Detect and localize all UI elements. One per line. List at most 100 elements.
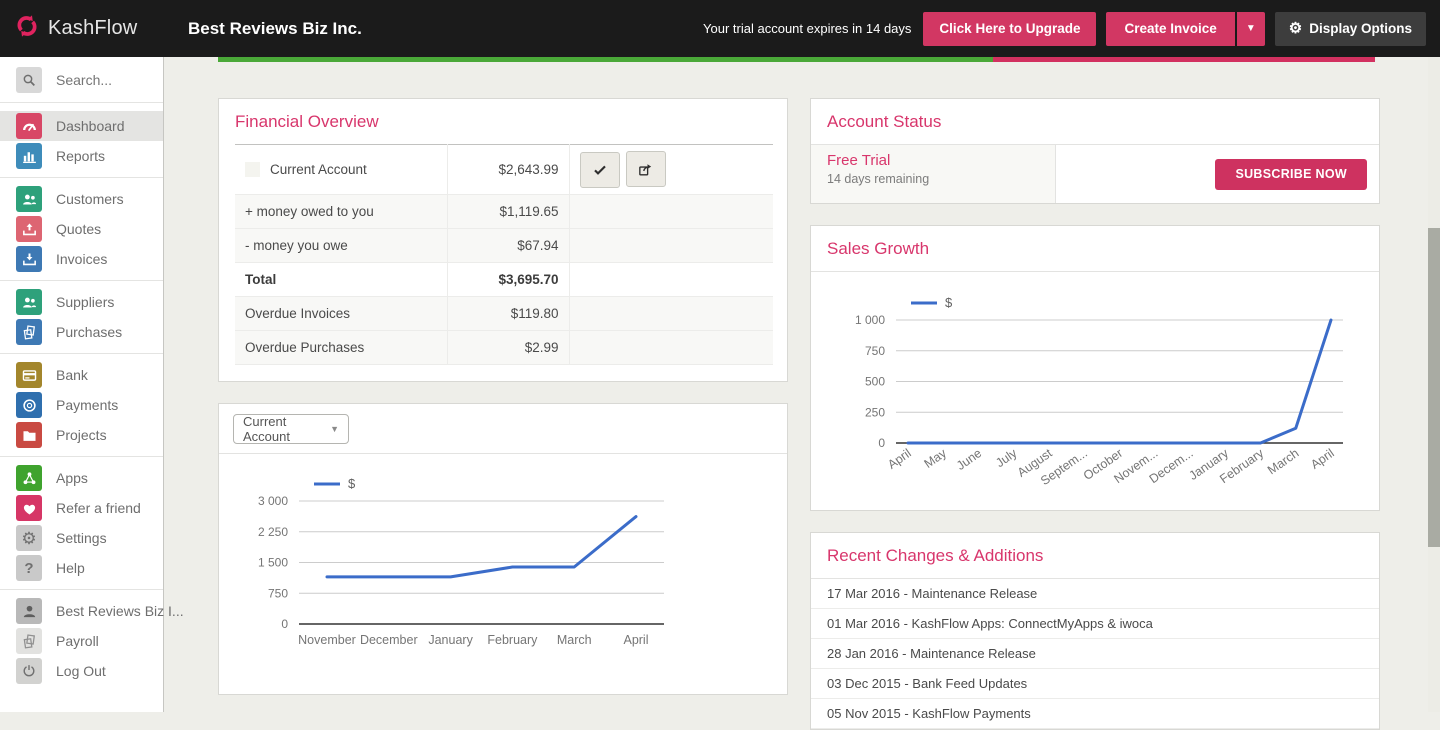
financial-row-current-account: Current Account$2,643.99 (235, 145, 773, 195)
y-tick-label: 0 (281, 617, 288, 631)
sidebar-item-customers[interactable]: Customers (0, 184, 163, 214)
tray-up-icon (16, 216, 42, 242)
sidebar-item-label: Refer a friend (56, 500, 141, 516)
sidebar-item-label: Payments (56, 397, 118, 413)
y-tick-label: 3 000 (258, 494, 288, 508)
x-tick-label: January (428, 633, 473, 647)
recent-changes-title: Recent Changes & Additions (811, 533, 1379, 579)
trial-progress-elapsed (218, 57, 993, 62)
account-status-panel: Account Status Free Trial 14 days remain… (810, 98, 1380, 204)
page-scrollbar-thumb[interactable] (1428, 228, 1440, 547)
export-account-button[interactable] (626, 151, 666, 187)
change-log-item[interactable]: 01 Mar 2016 - KashFlow Apps: ConnectMyAp… (811, 609, 1379, 639)
y-tick-label: 1 000 (855, 313, 885, 327)
y-tick-label: 1 500 (258, 555, 288, 569)
change-log-item[interactable]: 17 Mar 2016 - Maintenance Release (811, 579, 1379, 609)
sidebar-divider (0, 280, 163, 281)
sidebar-item-help[interactable]: ? Help (0, 553, 163, 583)
change-log-item[interactable]: 03 Dec 2015 - Bank Feed Updates (811, 669, 1379, 699)
page-scrollbar[interactable] (1428, 57, 1440, 712)
trial-notice: Your trial account expires in 14 days (703, 21, 911, 36)
sidebar-item-account[interactable]: Best Reviews Biz I... (0, 596, 163, 626)
people-icon (16, 289, 42, 315)
x-tick-label: December (360, 633, 418, 647)
right-column: Account Status Free Trial 14 days remain… (810, 98, 1380, 730)
account-selector-value: Current Account (243, 414, 330, 444)
sales-growth-chart: 02505007501 000AprilMayJuneJulyAugustSep… (811, 272, 1379, 510)
sidebar-item-purchases[interactable]: Purchases (0, 317, 163, 347)
create-invoice-dropdown-button[interactable]: ▼ (1237, 12, 1265, 46)
company-name: Best Reviews Biz Inc. (188, 19, 362, 39)
kashflow-logo[interactable]: KashFlow (0, 13, 150, 44)
search-input[interactable] (56, 72, 146, 88)
x-tick-label: March (1265, 446, 1302, 477)
heart-icon (16, 495, 42, 521)
sidebar-search (0, 57, 163, 103)
sales-growth-panel: Sales Growth 02505007501 000AprilMayJune… (810, 225, 1380, 511)
sidebar-item-payments[interactable]: Payments (0, 390, 163, 420)
sidebar-item-label: Apps (56, 470, 88, 486)
sidebar-item-log-out[interactable]: Log Out (0, 656, 163, 686)
sidebar-item-dashboard[interactable]: Dashboard (0, 111, 163, 141)
y-tick-label: 750 (268, 586, 288, 600)
confirm-account-button[interactable] (580, 152, 620, 188)
y-tick-label: 250 (865, 405, 885, 419)
sidebar-divider (0, 353, 163, 354)
sidebar-divider (0, 589, 163, 590)
trial-progress-remaining (993, 57, 1375, 62)
sales-growth-title: Sales Growth (811, 226, 1379, 272)
row-label: Overdue Invoices (245, 306, 350, 321)
subscribe-button[interactable]: SUBSCRIBE NOW (1215, 159, 1367, 190)
sidebar-divider (0, 177, 163, 178)
row-value: $119.80 (447, 296, 569, 330)
change-log-item[interactable]: 28 Jan 2016 - Maintenance Release (811, 639, 1379, 669)
recent-changes-panel: Recent Changes & Additions 17 Mar 2016 -… (810, 532, 1380, 730)
display-options-button[interactable]: ⚙ Display Options (1275, 12, 1426, 46)
account-status-title: Account Status (811, 99, 1379, 145)
y-tick-label: 2 250 (258, 524, 288, 538)
nodes-icon (16, 465, 42, 491)
x-tick-label: February (487, 633, 538, 647)
sidebar-item-invoices[interactable]: Invoices (0, 244, 163, 274)
chevron-down-icon: ▼ (1246, 23, 1256, 34)
sidebar-item-label: Help (56, 560, 85, 576)
sidebar-item-label: Bank (56, 367, 88, 383)
sidebar-item-payroll[interactable]: Payroll (0, 626, 163, 656)
sidebar-item-apps[interactable]: Apps (0, 463, 163, 493)
account-selector[interactable]: Current Account ▼ (233, 414, 349, 444)
search-icon (16, 67, 42, 93)
pages-icon (16, 628, 42, 654)
legend-label: $ (348, 476, 356, 491)
recent-changes-list: 17 Mar 2016 - Maintenance Release01 Mar … (811, 579, 1379, 729)
account-status-body: Free Trial 14 days remaining SUBSCRIBE N… (811, 145, 1379, 203)
sidebar-item-settings[interactable]: ⚙Settings (0, 523, 163, 553)
x-tick-label: November (298, 633, 356, 647)
row-value: $67.94 (447, 228, 569, 262)
x-tick-label: April (885, 446, 914, 472)
y-tick-label: 0 (878, 436, 885, 450)
sidebar-item-label: Reports (56, 148, 105, 164)
sidebar-item-refer-a-friend[interactable]: Refer a friend (0, 493, 163, 523)
plan-name: Free Trial (827, 152, 1039, 169)
sidebar-item-quotes[interactable]: Quotes (0, 214, 163, 244)
x-tick-label: April (1308, 446, 1337, 472)
question-icon: ? (16, 555, 42, 581)
dashboard-icon (16, 113, 42, 139)
folder-icon (16, 422, 42, 448)
sidebar-item-label: Customers (56, 191, 124, 207)
change-log-item[interactable]: 05 Nov 2015 - KashFlow Payments (811, 699, 1379, 729)
create-invoice-button[interactable]: Create Invoice (1106, 12, 1234, 46)
header-actions: Your trial account expires in 14 days Cl… (703, 12, 1440, 46)
sidebar-item-bank[interactable]: Bank (0, 360, 163, 390)
sidebar-item-suppliers[interactable]: Suppliers (0, 287, 163, 317)
financial-overview-table: Current Account$2,643.99+ money owed to … (235, 144, 773, 365)
sidebar-item-label: Dashboard (56, 118, 125, 134)
row-value: $2,643.99 (447, 145, 569, 195)
sidebar-item-projects[interactable]: Projects (0, 420, 163, 450)
sidebar-item-reports[interactable]: Reports (0, 141, 163, 171)
top-header: KashFlow Best Reviews Biz Inc. Your tria… (0, 0, 1440, 57)
plan-cell: Free Trial 14 days remaining (811, 145, 1056, 203)
tray-down-icon (16, 246, 42, 272)
upgrade-button[interactable]: Click Here to Upgrade (923, 12, 1096, 46)
sidebar-item-label: Projects (56, 427, 107, 443)
